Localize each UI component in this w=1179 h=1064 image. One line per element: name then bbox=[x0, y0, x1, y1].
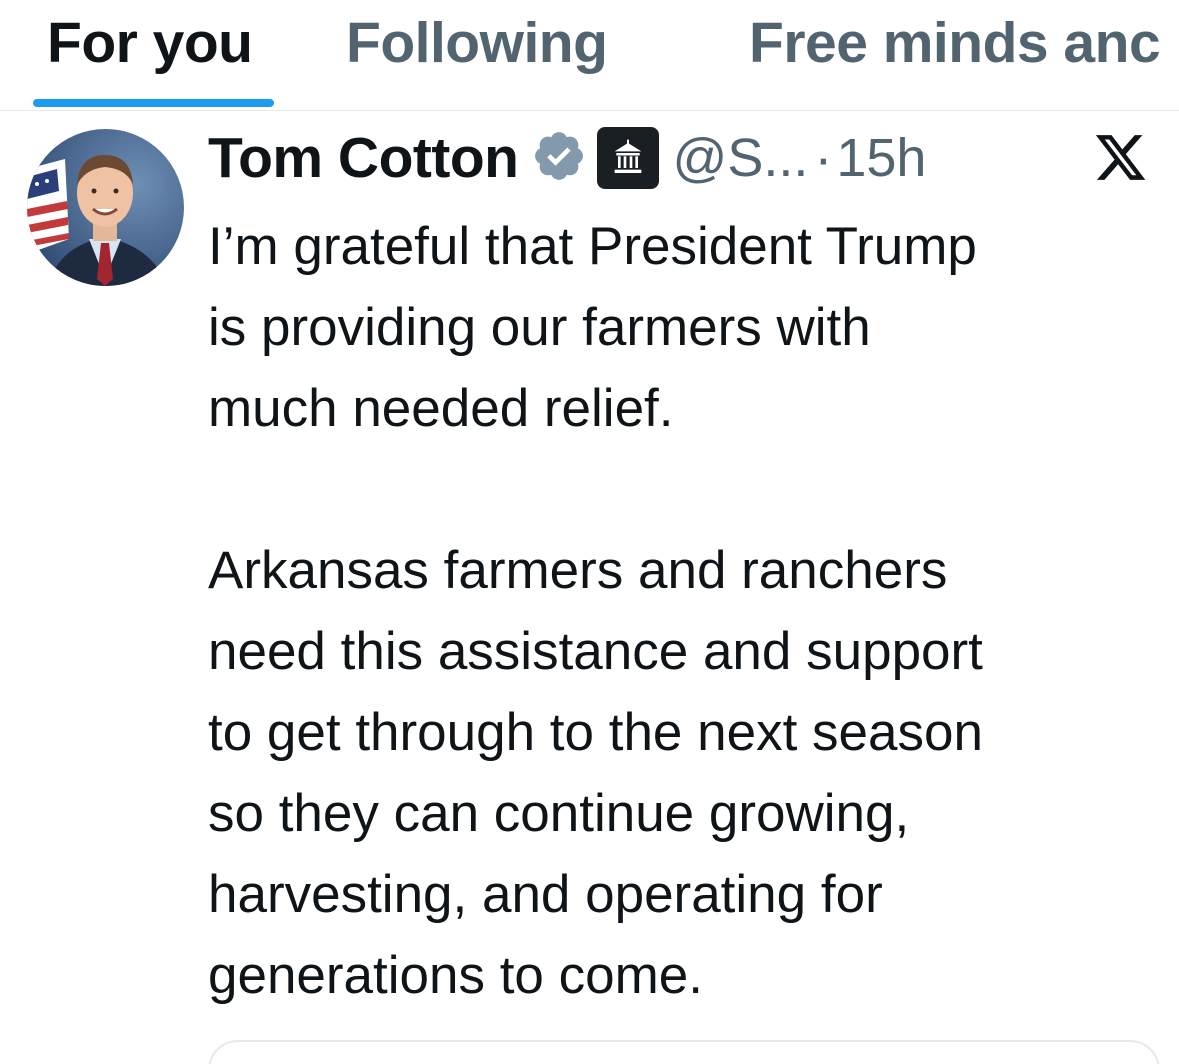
timeline-tabs: For you Following Free minds anc bbox=[0, 0, 1179, 111]
tweet-line: need this assistance and support bbox=[208, 622, 983, 681]
active-tab-indicator bbox=[33, 99, 274, 107]
tweet-line: so they can continue growing, bbox=[208, 784, 910, 843]
tab-free-minds[interactable]: Free minds anc bbox=[749, 10, 1161, 76]
avatar[interactable] bbox=[27, 129, 184, 286]
tab-following[interactable]: Following bbox=[346, 10, 608, 76]
author-name[interactable]: Tom Cotton bbox=[208, 125, 519, 191]
x-logo-icon[interactable] bbox=[1093, 130, 1148, 185]
header-separator: · bbox=[814, 128, 833, 188]
tweet-line: to get through to the next season bbox=[208, 703, 983, 762]
avatar-image bbox=[27, 129, 184, 286]
tweet-line: is providing our farmers with bbox=[208, 298, 871, 357]
tweet-header: Tom Cotton @S... · 15h bbox=[208, 122, 926, 194]
tab-for-you[interactable]: For you bbox=[47, 10, 253, 76]
verified-badge-icon[interactable] bbox=[531, 128, 587, 189]
tweet-line: generations to come. bbox=[208, 946, 703, 1005]
government-building-icon[interactable] bbox=[596, 127, 659, 189]
author-handle[interactable]: @S... bbox=[673, 127, 809, 189]
tweet-timestamp[interactable]: 15h bbox=[836, 127, 926, 189]
timeline-screen: For you Following Free minds anc Tom Cot… bbox=[0, 0, 1179, 1064]
tweet-line: Arkansas farmers and ranchers bbox=[208, 541, 948, 600]
tweet-line: I’m grateful that President Trump bbox=[208, 217, 977, 276]
tweet-text[interactable]: I’m grateful that President Trump is pro… bbox=[208, 206, 1158, 1016]
embedded-card[interactable] bbox=[208, 1040, 1160, 1064]
tweet-line: much needed relief. bbox=[208, 379, 674, 438]
tweet-line: harvesting, and operating for bbox=[208, 865, 883, 924]
